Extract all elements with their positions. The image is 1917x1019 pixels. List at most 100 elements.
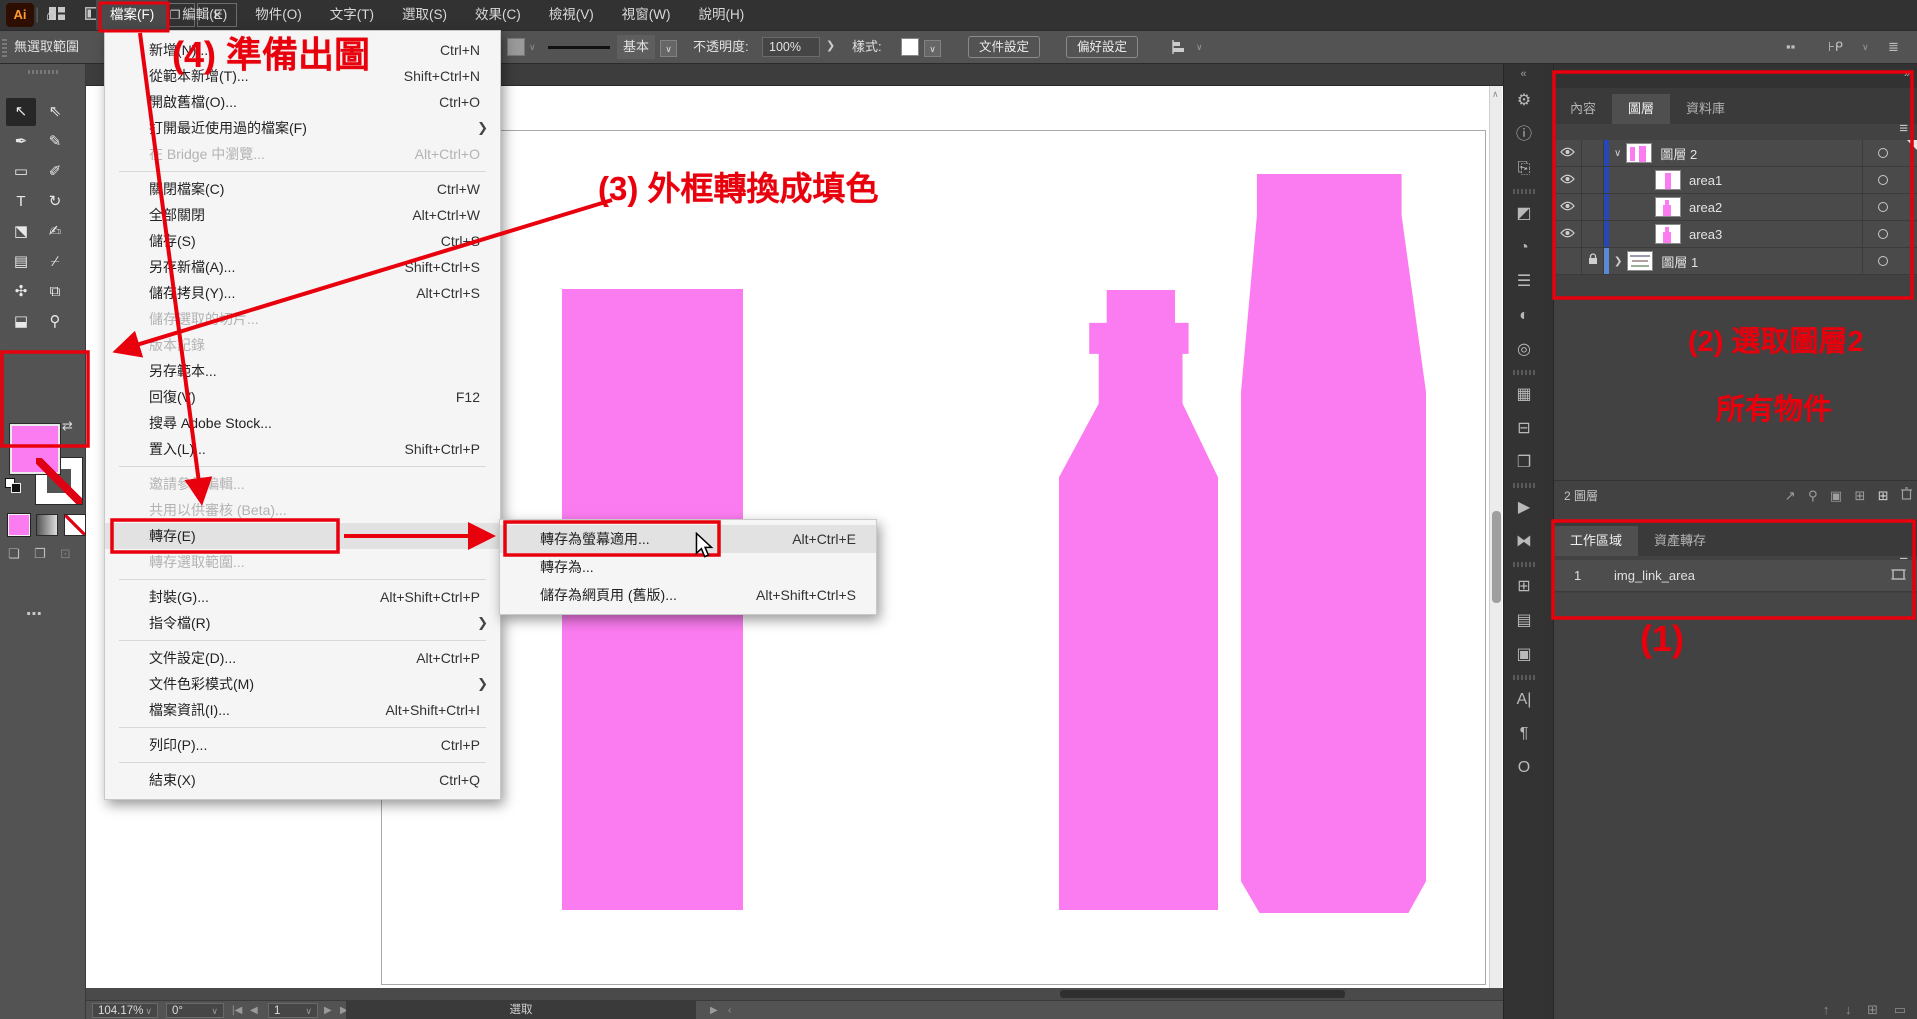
chevron-down-icon[interactable]: ∨ [660,40,677,57]
transparency-icon[interactable]: ◐ [1504,299,1544,333]
next-artboard-button[interactable]: ▶ [324,1003,332,1018]
rotate-tool[interactable]: ↻ [40,188,70,216]
asset-export-icon[interactable]: ▤ [1504,604,1544,638]
menu-item[interactable]: 搜尋 Adobe Stock... [105,410,500,436]
artboard-icon[interactable] [1891,568,1906,584]
menu-item[interactable]: 列印(P)...Ctrl+P [105,732,500,758]
collect-export-icon[interactable]: ↗ [1785,488,1796,503]
rectangle-tool[interactable]: ▭ [6,158,36,186]
layer-select-column[interactable] [1902,194,1917,220]
selection-tool[interactable]: ↖ [6,98,36,126]
new-layer-icon[interactable]: ⊞ [1878,488,1889,503]
pathfinder-icon[interactable]: ❐ [1504,446,1544,480]
menu-item[interactable]: 儲存拷貝(Y)...Alt+Ctrl+S [105,280,500,306]
control-bar-grip[interactable] [2,39,7,57]
new-artboard-icon[interactable]: ⊞ [1867,1002,1878,1017]
layer-name[interactable]: area1 [1689,173,1862,188]
zoom-tool[interactable]: ⚲ [40,308,70,336]
layer-name[interactable]: 圖層 2 [1660,144,1862,163]
opentype-icon[interactable]: O [1504,751,1544,785]
menu-item[interactable]: 另存範本... [105,358,500,384]
character-icon[interactable]: A| [1504,683,1544,717]
opacity-input[interactable]: 100% [762,37,820,57]
menu-item[interactable]: 結束(X)Ctrl+Q [105,767,500,793]
panel-tab[interactable]: 工作區域 [1554,526,1638,556]
layer-name[interactable]: 圖層 1 [1661,252,1862,271]
visibility-eye-icon[interactable] [1554,194,1582,220]
type-tool[interactable]: T [6,188,36,216]
status-expand-icon[interactable]: ▶ [710,1003,718,1018]
horizontal-scrollbar[interactable] [86,988,1503,1000]
shaper-tool[interactable]: ✍ [40,218,70,246]
visibility-eye-icon[interactable] [1554,140,1582,166]
document-setup-button[interactable]: 文件設定 [968,36,1040,58]
info-icon[interactable]: ⓘ [1504,118,1544,152]
layer-thumbnail[interactable] [1655,170,1681,190]
lock-cell[interactable] [1582,221,1604,247]
none-mode-button[interactable] [64,514,86,536]
eraser-tool[interactable]: ⬔ [6,218,36,246]
lock-cell[interactable] [1582,167,1604,193]
paragraph-icon[interactable]: ¶ [1504,717,1544,751]
eyedropper-tool[interactable]: ⌿ [40,248,70,276]
layer-name[interactable]: area3 [1689,227,1862,242]
default-fill-stroke-icon[interactable] [5,478,23,493]
layer-expand-chevron[interactable]: ∨ [1614,148,1621,159]
stroke-icon[interactable]: ☰ [1504,265,1544,299]
fill-color-well[interactable] [507,38,525,56]
gradient-mode-button[interactable] [36,514,58,536]
scroll-up-icon[interactable]: ∧ [1492,89,1499,100]
home-icon[interactable]: ⌂ [46,4,56,26]
collapse-dock-icon[interactable]: « [1504,64,1543,84]
visibility-eye-icon[interactable] [1554,167,1582,193]
draw-inside-icon[interactable]: ⊡ [60,546,71,562]
lock-icon[interactable] [1582,248,1604,274]
menu-item[interactable]: 轉存(E)❯ [105,523,500,549]
menubar-item-8[interactable]: 視窗(W) [608,0,685,30]
reorder-down-icon[interactable]: ↓ [1845,1002,1852,1017]
menubar-item-1[interactable]: 檔案(F) [96,0,168,30]
layer-row[interactable]: area3 [1554,221,1917,248]
menu-item[interactable]: 檔案資訊(I)...Alt+Shift+Ctrl+I [105,697,500,723]
paintbrush-tool[interactable]: ✐ [40,158,70,186]
layer-select-column[interactable] [1902,167,1917,193]
pattern-icon[interactable]: ▣ [1504,638,1544,672]
menubar-item-5[interactable]: 選取(S) [388,0,461,30]
properties-icon[interactable]: ⚙ [1504,84,1544,118]
layer-target-circle[interactable] [1862,167,1902,193]
new-sublayer-icon[interactable]: ⊞ [1855,488,1866,503]
menubar-item-2[interactable]: 編輯(E) [168,0,241,30]
layer-row[interactable]: ∨ 圖層 2 [1554,140,1917,167]
layer-thumbnail[interactable] [1627,251,1653,271]
draw-behind-icon[interactable]: ❐ [34,546,46,562]
make-mask-icon[interactable]: ▣ [1830,488,1842,503]
gradient-tool[interactable]: ▤ [6,248,36,276]
chevron-down-icon[interactable]: ∨ [1196,31,1203,63]
layer-target-circle[interactable] [1862,140,1902,166]
color-mode-button[interactable] [8,514,30,536]
direct-selection-tool[interactable]: ⇖ [40,98,70,126]
layer-select-column[interactable] [1902,221,1917,247]
chevron-down-icon[interactable]: ∨ [924,40,941,57]
menu-item[interactable]: 儲存(S)Ctrl+S [105,228,500,254]
zoom-level-select[interactable]: 104.17% ∨ [92,1003,158,1018]
menubar-item-9[interactable]: 說明(H) [684,0,758,30]
more-tools-icon[interactable]: ⋯ [26,604,44,624]
menubar-item-4[interactable]: 文字(T) [316,0,388,30]
style-swatch[interactable] [901,38,919,56]
delete-layer-icon[interactable] [1901,488,1912,503]
menu-item[interactable]: 轉存為... [500,553,876,581]
hamburger-menu-icon[interactable]: ≣ [1888,31,1899,63]
menu-item[interactable]: 關閉檔案(C)Ctrl+W [105,176,500,202]
menu-item[interactable]: 新增(N)...Ctrl+N [105,37,500,63]
panel-tab[interactable]: 圖層 [1612,94,1670,124]
menubar-item-3[interactable]: 物件(O) [241,0,316,30]
menubar-item-6[interactable]: 效果(C) [461,0,535,30]
prev-artboard-button[interactable]: ◀ [250,1003,258,1018]
toolbar-grip[interactable] [28,70,58,74]
layer-select-column[interactable] [1902,248,1917,274]
workspace-icon[interactable]: ⊦ᑭ [1828,31,1843,63]
chevron-right-icon[interactable]: ❯ [826,39,835,52]
panel-menu-icon[interactable]: ≡ [1899,120,1908,137]
menu-item[interactable]: 回復(V)F12 [105,384,500,410]
